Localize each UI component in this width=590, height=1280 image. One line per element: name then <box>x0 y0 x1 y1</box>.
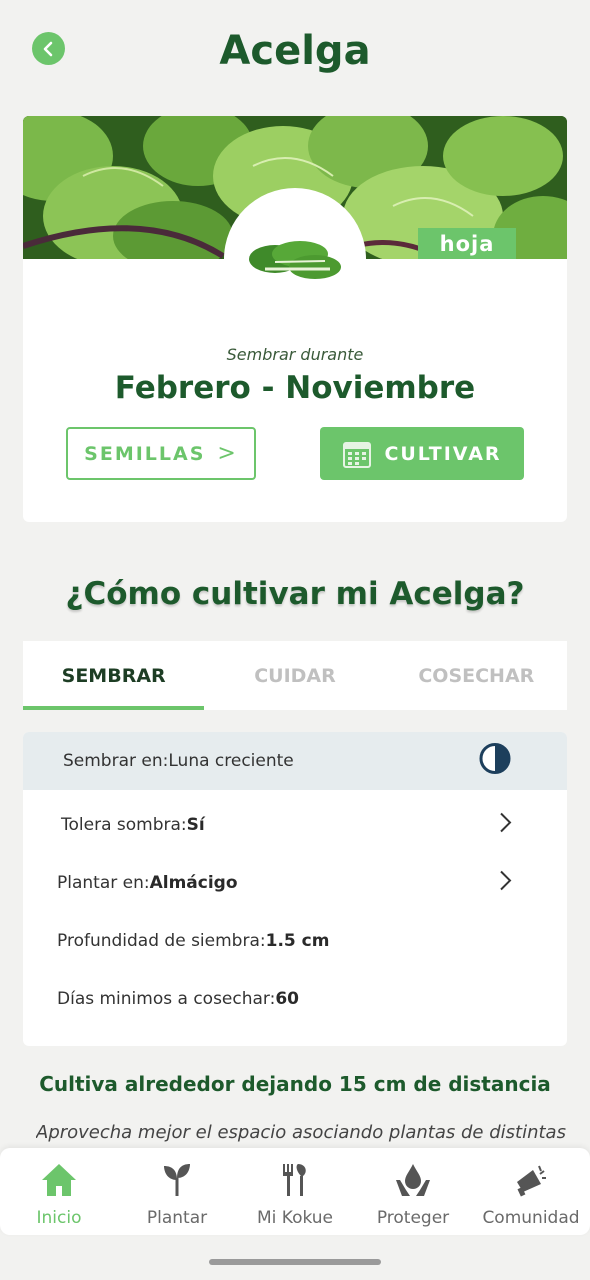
row-label: Plantar en: <box>57 873 150 893</box>
row-value: 60 <box>275 989 300 1009</box>
guide-tabs: SEMBRAR CUIDAR COSECHAR <box>23 641 567 710</box>
category-badge: hoja <box>418 228 516 259</box>
spacing-tip-text: Aprovecha mejor el espacio asociando pla… <box>36 1122 566 1143</box>
calendar-icon <box>343 441 372 468</box>
bottom-navigation: Inicio Plantar Mi Kokue Proteger Comunid… <box>0 1148 590 1235</box>
sowing-depth-row: Profundidad de siembra: 1.5 cm <box>23 912 567 970</box>
nav-label: Proteger <box>376 1208 450 1228</box>
chevron-right-icon <box>498 812 512 839</box>
seeds-button-label: SEMILLAS <box>84 442 206 465</box>
spacing-tip-title: Cultiva alrededor dejando 15 cm de dista… <box>39 1072 551 1096</box>
row-label: Días minimos a cosechar: <box>57 989 276 1009</box>
row-value: Luna creciente <box>168 751 294 771</box>
row-label: Tolera sombra: <box>61 815 187 835</box>
garden-tools-icon <box>279 1160 311 1200</box>
days-to-harvest-row: Días minimos a cosechar: 60 <box>23 970 567 1028</box>
row-value: Almácigo <box>149 873 238 893</box>
row-value: 1.5 cm <box>265 931 330 951</box>
sowing-info-card: Sembrar en: Luna creciente Tolera sombra… <box>23 732 567 1046</box>
row-label: Sembrar en: <box>63 751 169 771</box>
nav-label: Plantar <box>146 1208 208 1228</box>
sowing-label: Sembrar durante <box>226 345 364 364</box>
nav-item-plantar[interactable]: Plantar <box>118 1148 236 1235</box>
nav-item-inicio[interactable]: Inicio <box>0 1148 118 1235</box>
water-drop-hands-icon <box>394 1160 432 1200</box>
moon-phase-row: Sembrar en: Luna creciente <box>23 732 567 790</box>
tab-sembrar[interactable]: SEMBRAR <box>23 641 205 710</box>
row-value: Sí <box>186 815 205 835</box>
nav-label: Mi Kokue <box>256 1208 334 1228</box>
nav-item-comunidad[interactable]: Comunidad <box>472 1148 590 1235</box>
row-label: Profundidad de siembra: <box>57 931 266 951</box>
page-title: Acelga <box>219 28 371 74</box>
megaphone-icon <box>513 1160 549 1200</box>
half-moon-icon <box>478 742 512 781</box>
tab-cuidar[interactable]: CUIDAR <box>204 641 385 710</box>
shade-tolerance-row[interactable]: Tolera sombra: Sí <box>23 796 567 854</box>
home-indicator <box>209 1259 381 1265</box>
home-icon <box>40 1160 78 1200</box>
seeds-button[interactable]: SEMILLAS > <box>66 427 256 480</box>
plant-thumbnail <box>224 188 366 330</box>
sowing-months: Febrero - Noviembre <box>114 370 476 406</box>
plant-summary-card: hoja Sembrar durante Febrero - Noviembre… <box>23 116 567 522</box>
chevron-right-icon: > <box>217 441 238 466</box>
cultivate-button[interactable]: CULTIVAR <box>320 427 524 480</box>
cultivate-button-label: CULTIVAR <box>384 442 502 465</box>
tab-cosechar[interactable]: COSECHAR <box>386 641 567 710</box>
plant-in-row[interactable]: Plantar en: Almácigo <box>23 854 567 912</box>
sprout-icon <box>162 1160 192 1200</box>
nav-label: Comunidad <box>482 1208 580 1228</box>
nav-label: Inicio <box>36 1208 82 1228</box>
nav-item-mi-kokue[interactable]: Mi Kokue <box>236 1148 354 1235</box>
guide-title: ¿Cómo cultivar mi Acelga? <box>65 576 525 612</box>
nav-item-proteger[interactable]: Proteger <box>354 1148 472 1235</box>
chevron-right-icon <box>498 870 512 897</box>
